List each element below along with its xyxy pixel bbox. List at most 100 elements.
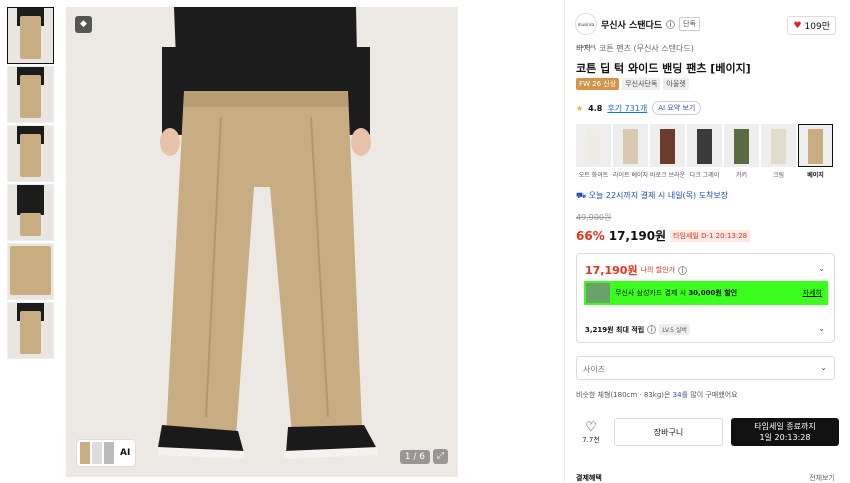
points-row[interactable]: 3,219원 최대 적립 i LV.5 실버 xyxy=(585,324,690,335)
card-promo-text: 무신사 삼성카드 결제 시 30,000원 할인 xyxy=(615,288,737,298)
sale-price: 17,190원 xyxy=(608,229,667,243)
product-info-panel: musinsa standard 무신사 스탠다드 i 단독 ♥ 109만 바지… xyxy=(564,0,850,483)
info-icon[interactable]: i xyxy=(678,265,688,275)
color-swatches: 오트 화이트 라이트 베이지 바로크 브라운 다크 그레이 카키 크림 베이지 xyxy=(576,124,833,179)
thumbnail-3[interactable] xyxy=(7,125,54,182)
tag-new: FW 26 신상 xyxy=(576,78,620,90)
thumbnail-list xyxy=(7,7,55,361)
info-icon[interactable]: i xyxy=(647,325,657,334)
similar-fit-size: 34 xyxy=(672,391,682,399)
price-row: 66% 17,190원 타임세일 D-1 20:13:28 xyxy=(576,227,751,244)
ai-try-on-button[interactable]: AI xyxy=(76,439,136,467)
info-icon[interactable]: i xyxy=(666,19,676,29)
wish-count: 7.7천 xyxy=(582,435,600,444)
swatch-color xyxy=(660,129,675,164)
swatch-color xyxy=(623,129,638,164)
truck-icon: ⛟ xyxy=(576,191,589,200)
swatch-label: 베이지 xyxy=(807,172,824,179)
expand-icon[interactable]: ⤢ xyxy=(433,449,448,464)
product-page: ◆ AI 1 / 6 ⤢ musinsa standard 무신사 스탠다드 i… xyxy=(0,0,850,483)
ai-summary-button[interactable]: AI 요약 보기 xyxy=(652,101,702,115)
model-photo xyxy=(66,7,458,477)
my-price[interactable]: 17,190원 나의 할인가 i xyxy=(585,262,688,278)
tag-list: FW 26 신상 무신사단독 아울렛 xyxy=(576,78,689,90)
brand-name[interactable]: 무신사 스탠다드 xyxy=(601,18,662,31)
card-image xyxy=(586,283,610,303)
swatch-beige[interactable]: 베이지 xyxy=(798,124,833,179)
payment-label: 결제혜택 xyxy=(576,474,602,482)
delivery-guarantee: ⛟ 오늘 22시까지 결제 시 내일(목) 도착보장 xyxy=(576,190,728,201)
thumbnail-5[interactable] xyxy=(7,243,54,300)
card-promo-amount: 30,000원 할인 xyxy=(688,289,738,297)
card-promo-banner[interactable]: 무신사 삼성카드 결제 시 30,000원 할인 자세히 xyxy=(584,281,828,305)
swatch-label: 바로크 브라운 xyxy=(650,172,685,179)
swatch-baroque-brown[interactable]: 바로크 브라운 xyxy=(650,124,685,179)
member-level-badge: LV.5 실버 xyxy=(659,324,690,335)
action-bar: ♡ 7.7천 장바구니 타임세일 종료까지 1일 20:13:28 xyxy=(576,418,839,446)
rating-row: ★ 4.8 후기 731개 AI 요약 보기 xyxy=(576,101,702,115)
image-counter: 1 / 6 xyxy=(399,450,430,464)
product-title: 코튼 딥 턱 와이드 밴딩 팬츠 [베이지] xyxy=(576,62,751,75)
swatch-khaki[interactable]: 카키 xyxy=(724,124,759,179)
my-price-value: 17,190원 xyxy=(585,264,638,277)
swatch-light-beige[interactable]: 라이트 베이지 xyxy=(613,124,648,179)
add-to-cart-button[interactable]: 장바구니 xyxy=(614,418,723,446)
tag-exclusive: 무신사단독 xyxy=(622,78,661,90)
breadcrumb-item[interactable]: 코튼 팬츠 (무신사 스탠다드) xyxy=(599,44,694,53)
swatch-color xyxy=(734,129,749,164)
delivery-text: 오늘 22시까지 결제 시 내일(목) 도착보장 xyxy=(588,191,729,200)
heart-outline-icon: ♡ xyxy=(585,419,597,435)
thumbnail-4[interactable] xyxy=(7,184,54,241)
chevron-down-icon[interactable]: ⌄ xyxy=(818,264,825,273)
points-value: 3,219원 최대 적립 xyxy=(585,325,645,334)
timesale-badge: 타임세일 D-1 20:13:28 xyxy=(670,229,751,242)
benefit-box: 17,190원 나의 할인가 i ⌄ 무신사 삼성카드 결제 시 30,000원… xyxy=(576,253,835,343)
swatch-label: 카키 xyxy=(735,172,748,179)
similar-fit-suffix: 를 많이 구매했어요 xyxy=(681,391,738,399)
swatch-label: 라이트 베이지 xyxy=(613,172,648,179)
heart-icon: ♥ xyxy=(793,20,802,31)
card-promo-prefix: 무신사 삼성카드 결제 시 xyxy=(615,289,689,297)
review-count-link[interactable]: 후기 731개 xyxy=(607,103,647,114)
payment-benefits-row: 결제혜택 전체보기 xyxy=(576,473,835,483)
view-all-link[interactable]: 전체보기 xyxy=(809,473,835,483)
buy-line2: 1일 20:13:28 xyxy=(759,433,811,442)
similar-fit-hint: 비슷한 체형(180cm · 83kg)은 34를 많이 구매했어요 xyxy=(576,390,738,400)
thumbnail-2[interactable] xyxy=(7,66,54,123)
swatch-color xyxy=(808,129,823,164)
swatch-label: 오트 화이트 xyxy=(578,172,609,179)
buy-line1: 타임세일 종료까지 xyxy=(754,422,816,431)
brand-like-button[interactable]: ♥ 109만 xyxy=(787,16,836,35)
size-select[interactable]: 사이즈 ⌄ xyxy=(576,356,835,380)
tag-outlet: 아울렛 xyxy=(663,78,689,90)
brand-row[interactable]: musinsa standard 무신사 스탠다드 i 단독 xyxy=(575,13,700,49)
thumbnail-6[interactable] xyxy=(7,302,54,359)
swatch-oat-white[interactable]: 오트 화이트 xyxy=(576,124,611,179)
exclusive-badge: 단독 xyxy=(679,17,700,31)
size-placeholder: 사이즈 xyxy=(583,365,606,374)
chevron-down-icon[interactable]: ⌄ xyxy=(818,324,825,333)
original-price: 49,900원 xyxy=(576,213,612,222)
swatch-color xyxy=(771,129,786,164)
product-main-image[interactable]: ◆ AI 1 / 6 ⤢ xyxy=(66,7,458,477)
swatch-dark-gray[interactable]: 다크 그레이 xyxy=(687,124,722,179)
ai-label: AI xyxy=(120,448,131,458)
swatch-color xyxy=(697,129,712,164)
swatch-label: 다크 그레이 xyxy=(689,172,720,179)
buy-button[interactable]: 타임세일 종료까지 1일 20:13:28 xyxy=(731,418,839,446)
chevron-down-icon: ⌄ xyxy=(820,363,827,372)
breadcrumb-item[interactable]: 바지 xyxy=(576,44,591,53)
discount-rate: 66% xyxy=(576,228,605,243)
swatch-cream[interactable]: 크림 xyxy=(761,124,796,179)
tag-icon[interactable]: ◆ xyxy=(75,16,92,33)
wishlist-button[interactable]: ♡ 7.7천 xyxy=(576,420,606,445)
thumbnail-1[interactable] xyxy=(7,7,54,64)
rating-score: 4.8 xyxy=(588,103,603,113)
star-icon: ★ xyxy=(576,103,584,113)
swatch-color xyxy=(586,129,601,164)
swatch-label: 크림 xyxy=(772,172,785,179)
breadcrumb: 바지 › 코튼 팬츠 (무신사 스탠다드) xyxy=(576,43,694,54)
card-promo-detail-link[interactable]: 자세히 xyxy=(803,288,822,298)
brand-logo: musinsa standard xyxy=(575,13,597,49)
my-price-label: 나의 할인가 xyxy=(640,266,676,274)
